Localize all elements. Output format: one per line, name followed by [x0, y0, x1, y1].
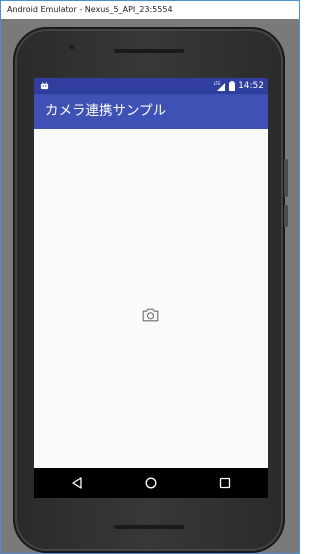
app-bar: カメラ連携サンプル	[34, 94, 268, 129]
camera-icon	[142, 308, 158, 322]
home-icon	[145, 477, 157, 489]
recents-button[interactable]	[205, 468, 245, 498]
window-title: Android Emulator - Nexus_5_API_23:5554	[1, 1, 299, 19]
camera-button[interactable]	[141, 307, 159, 323]
status-time: 14:52	[238, 81, 264, 91]
home-button[interactable]	[131, 468, 171, 498]
battery-icon	[229, 81, 236, 91]
svg-text:LTE: LTE	[214, 81, 221, 86]
back-icon	[72, 477, 82, 489]
bottom-speaker	[114, 525, 184, 529]
power-button[interactable]	[284, 205, 288, 227]
phone-body: LTE 14:52 カメラ連携サンプル	[13, 27, 288, 553]
main-content	[34, 129, 268, 482]
android-notification-icon	[40, 82, 49, 90]
recents-icon	[219, 477, 231, 489]
back-button[interactable]	[57, 468, 97, 498]
emulator-stage: LTE 14:52 カメラ連携サンプル	[1, 19, 299, 553]
status-icons: LTE 14:52	[214, 78, 264, 94]
app-title: カメラ連携サンプル	[45, 103, 167, 119]
navigation-bar	[34, 468, 268, 498]
lte-signal-icon: LTE	[214, 81, 226, 91]
emulator-window: Android Emulator - Nexus_5_API_23:5554 L…	[0, 0, 300, 554]
phone-screen: LTE 14:52 カメラ連携サンプル	[34, 78, 268, 498]
status-bar: LTE 14:52	[34, 78, 268, 94]
front-camera-icon	[69, 44, 75, 50]
top-speaker	[114, 49, 184, 53]
volume-button[interactable]	[284, 159, 288, 197]
